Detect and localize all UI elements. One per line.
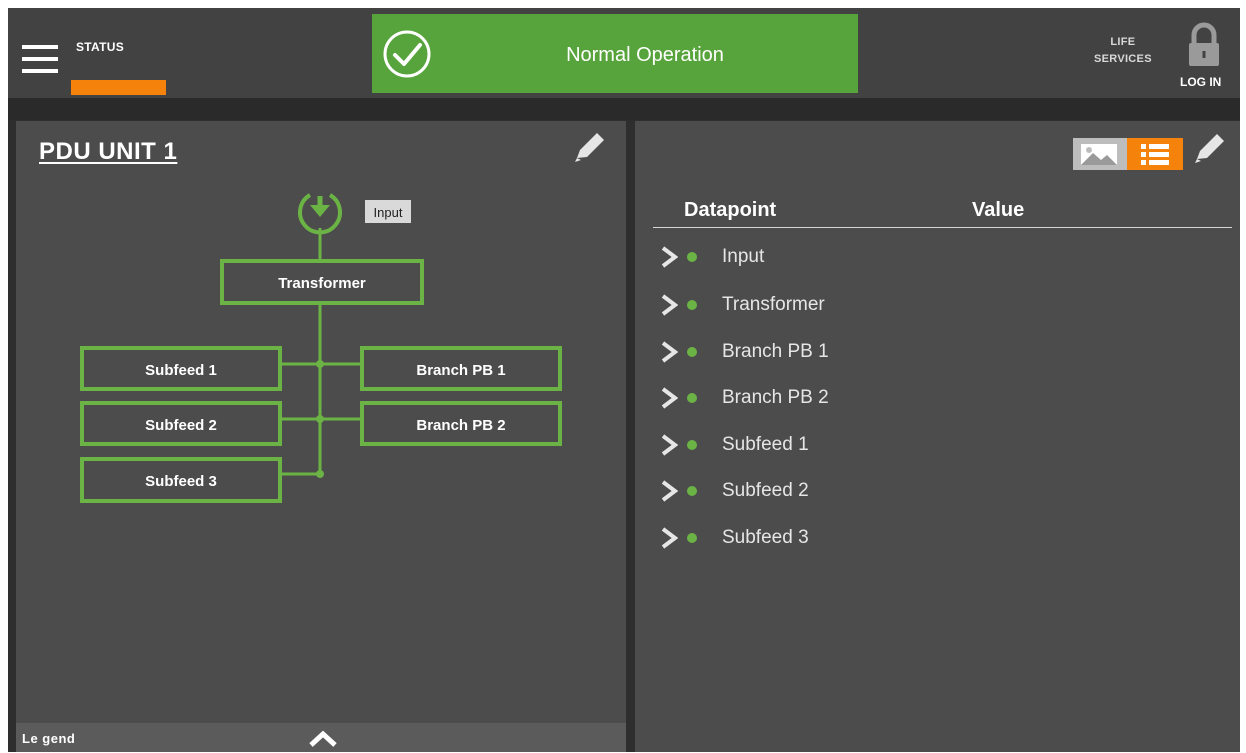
datapoint-row-branch-pb-2[interactable]: Branch PB 2 xyxy=(635,377,1240,421)
status-dot xyxy=(687,533,697,543)
status-dot xyxy=(687,300,697,310)
status-dot xyxy=(687,393,697,403)
legend-bar[interactable]: Le gend xyxy=(16,723,626,752)
list-icon xyxy=(1141,144,1169,165)
status-dot xyxy=(687,347,697,357)
datapoint-label: Subfeed 2 xyxy=(722,480,809,501)
header-divider-line xyxy=(653,227,1232,228)
status-dot xyxy=(687,486,697,496)
datapoint-row-input[interactable]: Input xyxy=(635,236,1240,280)
datapoint-row-branch-pb-1[interactable]: Branch PB 1 xyxy=(635,331,1240,375)
junction-dot xyxy=(316,360,324,368)
image-icon xyxy=(1081,144,1117,165)
chevron-right-icon[interactable] xyxy=(660,246,678,268)
datapoint-label: Subfeed 1 xyxy=(722,434,809,455)
datapoint-label: Transformer xyxy=(722,294,825,315)
pdu-one-line-diagram: Input Transformer Subfeed 1 Subfeed 2 Su… xyxy=(80,193,562,503)
chevron-right-icon[interactable] xyxy=(660,341,678,363)
junction-dot xyxy=(316,415,324,423)
lock-icon[interactable] xyxy=(1186,22,1222,68)
menu-icon[interactable] xyxy=(22,45,58,73)
subfeed-2-label: Subfeed 2 xyxy=(145,417,217,434)
input-tag-text: Input xyxy=(374,205,403,220)
view-toggle xyxy=(1073,138,1183,170)
transformer-node-label: Transformer xyxy=(278,275,366,292)
datapoint-panel: Datapoint Value Input Transformer Branch… xyxy=(635,121,1240,752)
datapoint-row-subfeed-3[interactable]: Subfeed 3 xyxy=(635,517,1240,561)
column-header-datapoint: Datapoint xyxy=(684,199,777,221)
chevron-right-icon[interactable] xyxy=(660,387,678,409)
chevron-right-icon[interactable] xyxy=(660,480,678,502)
subfeed-1-label: Subfeed 1 xyxy=(145,362,217,379)
app-frame: STATUS Normal Operation LIFE SERVICES LO… xyxy=(8,8,1240,752)
datapoint-label: Subfeed 3 xyxy=(722,527,809,548)
life-services-line1: LIFE xyxy=(1110,36,1136,48)
datapoint-label: Branch PB 1 xyxy=(722,341,829,362)
life-services-line2: SERVICES xyxy=(1094,53,1152,65)
chevron-right-icon[interactable] xyxy=(660,294,678,316)
active-tab-indicator xyxy=(71,80,166,95)
input-icon[interactable] xyxy=(298,193,342,235)
login-button[interactable]: LOG IN xyxy=(1180,75,1221,89)
datapoint-label: Input xyxy=(722,246,765,267)
status-banner: Normal Operation xyxy=(372,14,858,93)
datapoint-label: Branch PB 2 xyxy=(722,387,829,408)
header-divider xyxy=(8,98,1240,120)
branch-pb-1-label: Branch PB 1 xyxy=(416,362,505,379)
chevron-right-icon[interactable] xyxy=(660,527,678,549)
column-header-value: Value xyxy=(972,199,1025,221)
tab-status[interactable]: STATUS xyxy=(76,40,124,54)
list-view-button[interactable] xyxy=(1127,138,1183,170)
image-view-button[interactable] xyxy=(1073,138,1127,170)
status-dot xyxy=(687,440,697,450)
diagram-panel: PDU UNIT 1 Input Transformer Subfeed 1 S… xyxy=(16,121,626,752)
branch-pb-2-label: Branch PB 2 xyxy=(416,417,505,434)
junction-dot xyxy=(316,470,324,478)
datapoint-row-subfeed-2[interactable]: Subfeed 2 xyxy=(635,470,1240,514)
subfeed-3-label: Subfeed 3 xyxy=(145,473,217,490)
top-bar: STATUS Normal Operation LIFE SERVICES LO… xyxy=(8,8,1240,98)
legend-label: Le gend xyxy=(22,731,76,746)
life-services-link[interactable]: LIFE SERVICES xyxy=(1094,34,1152,68)
datapoint-row-transformer[interactable]: Transformer xyxy=(635,284,1240,328)
chevron-right-icon[interactable] xyxy=(660,434,678,456)
status-dot xyxy=(687,252,697,262)
datapoint-row-subfeed-1[interactable]: Subfeed 1 xyxy=(635,424,1240,468)
status-banner-text: Normal Operation xyxy=(566,44,724,66)
edit-pencil-icon[interactable] xyxy=(1191,131,1227,167)
chevron-up-icon[interactable] xyxy=(308,729,338,747)
